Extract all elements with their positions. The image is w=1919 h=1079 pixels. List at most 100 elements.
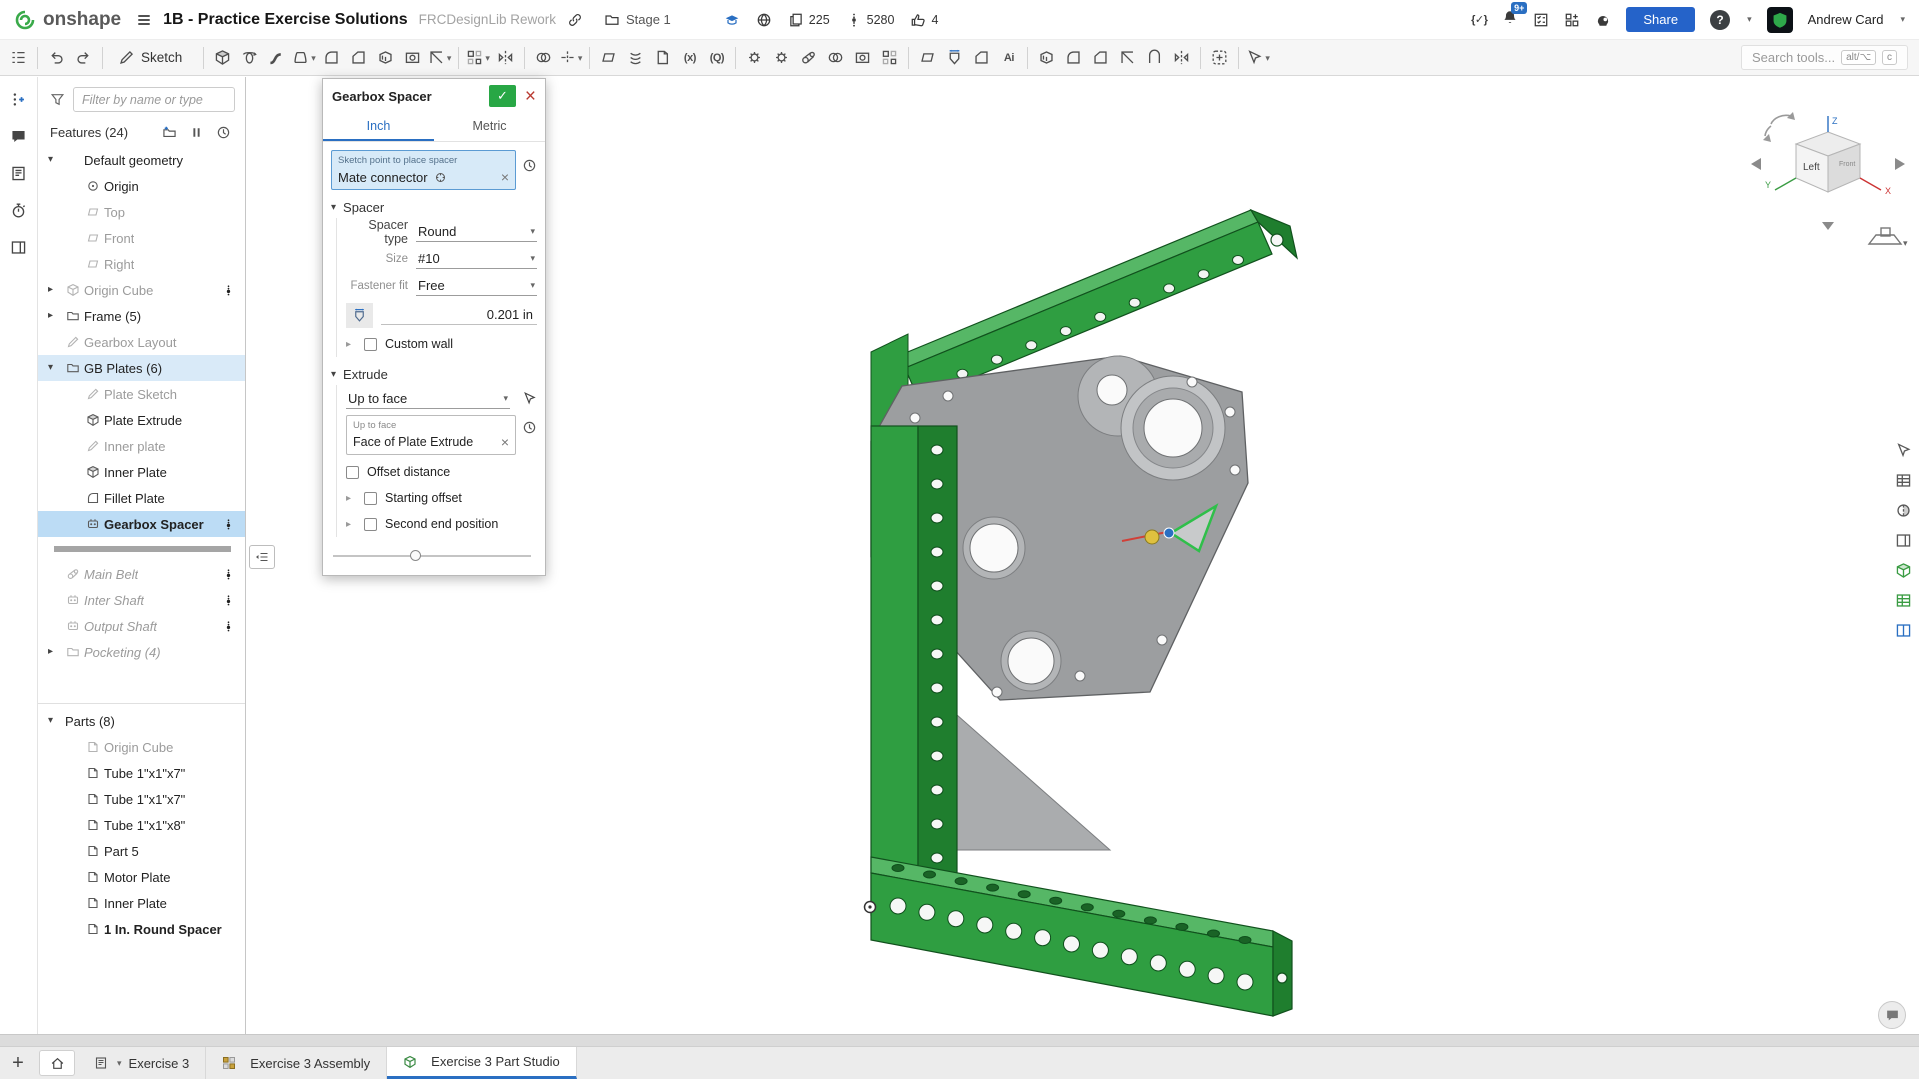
- second-end-row[interactable]: ▸ Second end position: [346, 511, 537, 537]
- undo-button[interactable]: [43, 44, 70, 72]
- extrude-tool[interactable]: [209, 44, 236, 72]
- featurescript-search-tool[interactable]: (Q): [703, 44, 730, 72]
- feature-fillet-plate[interactable]: Fillet Plate: [38, 485, 245, 511]
- help-button[interactable]: ?: [1710, 10, 1730, 30]
- tube-generator-tool[interactable]: [849, 44, 876, 72]
- revolve-tool[interactable]: [236, 44, 263, 72]
- view-cube[interactable]: Left Front Z Y X ▾: [1743, 102, 1913, 257]
- feature-gearbox-layout[interactable]: Gearbox Layout: [38, 329, 245, 355]
- copies-stat[interactable]: 225: [788, 12, 830, 28]
- sheet-metal-flange-tool[interactable]: [1060, 44, 1087, 72]
- custom-wall-checkbox[interactable]: [364, 338, 377, 351]
- document-notes-icon[interactable]: [10, 165, 27, 182]
- part-origin-cube[interactable]: Origin Cube: [38, 734, 245, 760]
- face-history-icon[interactable]: [522, 420, 537, 435]
- feature-gearbox-spacer[interactable]: Gearbox Spacer: [38, 511, 245, 537]
- hole-tool[interactable]: [399, 44, 426, 72]
- learning-center-icon[interactable]: [1595, 12, 1611, 28]
- feature-front-plane[interactable]: Front: [38, 225, 245, 251]
- belt-generator-tool[interactable]: [795, 44, 822, 72]
- part-tube-1x1x8[interactable]: Tube 1"x1"x8": [38, 812, 245, 838]
- user-menu-caret-icon[interactable]: ▾: [1900, 14, 1905, 25]
- custom-wall-row[interactable]: ▸ Custom wall: [346, 331, 537, 357]
- feature-output-shaft[interactable]: Output Shaft: [38, 613, 245, 639]
- part-part-5[interactable]: Part 5: [38, 838, 245, 864]
- regen-time-icon[interactable]: [216, 125, 231, 140]
- pulley-generator-tool[interactable]: [822, 44, 849, 72]
- slider-knob[interactable]: [410, 550, 421, 561]
- comments-icon[interactable]: [10, 128, 27, 145]
- spacer-section-header[interactable]: ▾Spacer: [331, 200, 537, 215]
- avatar[interactable]: [1767, 7, 1793, 33]
- horizontal-tube[interactable]: [871, 857, 1292, 1016]
- sketch-point-selection[interactable]: Sketch point to place spacer Mate connec…: [331, 150, 516, 190]
- views-stat[interactable]: 5280: [846, 12, 895, 28]
- tab-exercise-3-assembly[interactable]: Exercise 3 Assembly: [206, 1047, 387, 1079]
- sheet-metal-model-tool[interactable]: [1033, 44, 1060, 72]
- loft-tool[interactable]: ▾: [290, 44, 318, 72]
- linear-pattern-tool[interactable]: ▾: [464, 44, 492, 72]
- origin-marker[interactable]: [865, 902, 876, 913]
- spacer-type-select[interactable]: Round▾: [416, 222, 537, 242]
- frame-generator-tool[interactable]: [876, 44, 903, 72]
- opacity-slider[interactable]: [333, 549, 535, 563]
- section-view-icon[interactable]: [1895, 502, 1912, 519]
- sheet-metal-tab-tool[interactable]: [1087, 44, 1114, 72]
- mate-connector-tool[interactable]: [1206, 44, 1233, 72]
- second-end-checkbox[interactable]: [364, 518, 377, 531]
- variable-tool[interactable]: (x): [676, 44, 703, 72]
- folder-location[interactable]: Stage 1: [604, 12, 671, 28]
- add-tab-button[interactable]: +: [0, 1047, 36, 1079]
- plane-tool[interactable]: [595, 44, 622, 72]
- sheet-metal-corner-tool[interactable]: [1114, 44, 1141, 72]
- offset-distance-row[interactable]: Offset distance: [346, 459, 537, 485]
- share-button[interactable]: Share: [1626, 7, 1695, 32]
- offset-distance-checkbox[interactable]: [346, 466, 359, 479]
- tab-manager-button[interactable]: [39, 1050, 75, 1076]
- mirror-tool[interactable]: [492, 44, 519, 72]
- tab-metric[interactable]: Metric: [434, 113, 545, 141]
- feature-frame-folder[interactable]: ▸ Frame (5): [38, 303, 245, 329]
- sketch-button[interactable]: Sketch: [108, 44, 198, 72]
- tab-exercise-3-part-studio[interactable]: Exercise 3 Part Studio: [387, 1047, 577, 1079]
- sweep-tool[interactable]: [263, 44, 290, 72]
- feature-origin-cube[interactable]: ▸ Origin Cube: [38, 277, 245, 303]
- ai-tool[interactable]: Ai: [995, 44, 1022, 72]
- redo-button[interactable]: [70, 44, 97, 72]
- filter-input[interactable]: [73, 87, 235, 112]
- bracket-generator-tool[interactable]: [968, 44, 995, 72]
- feature-list-icon[interactable]: [5, 44, 32, 72]
- panels-icon[interactable]: [10, 239, 27, 256]
- suppress-icon[interactable]: [189, 125, 204, 140]
- gear-generator-tool[interactable]: [741, 44, 768, 72]
- split-panel-icon[interactable]: [1895, 622, 1912, 639]
- boolean-tool[interactable]: [530, 44, 557, 72]
- cancel-button[interactable]: ×: [525, 87, 536, 106]
- feature-plate-sketch[interactable]: Plate Sketch: [38, 381, 245, 407]
- import-derived-tool[interactable]: [649, 44, 676, 72]
- onshape-logo[interactable]: onshape: [14, 9, 121, 31]
- part-tube-1x1x7-b[interactable]: Tube 1"x1"x7": [38, 786, 245, 812]
- select-filter-icon[interactable]: [1895, 442, 1912, 459]
- selection-history-icon[interactable]: [522, 158, 537, 173]
- clear-selection-icon[interactable]: ×: [501, 169, 509, 185]
- feature-inner-plate[interactable]: Inner Plate: [38, 459, 245, 485]
- copy-link-icon[interactable]: [567, 12, 583, 28]
- sheet-metal-bend-tool[interactable]: [1141, 44, 1168, 72]
- feature-gb-plates-folder[interactable]: ▾ GB Plates (6): [38, 355, 245, 381]
- sheet-metal-finish-tool[interactable]: [1168, 44, 1195, 72]
- clear-face-icon[interactable]: ×: [501, 434, 509, 450]
- selection-tools[interactable]: ▾: [1244, 44, 1272, 72]
- tasks-icon[interactable]: [1533, 12, 1549, 28]
- main-menu-icon[interactable]: [136, 12, 152, 28]
- new-folder-icon[interactable]: [162, 125, 177, 140]
- fastener-fit-select[interactable]: Free▾: [416, 276, 537, 296]
- feature-inner-plate-sketch[interactable]: Inner plate: [38, 433, 245, 459]
- diameter-field[interactable]: 0.201 in: [381, 305, 537, 325]
- spacer-generator-tool[interactable]: [941, 44, 968, 72]
- feature-origin[interactable]: Origin: [38, 173, 245, 199]
- helix-tool[interactable]: [622, 44, 649, 72]
- extrude-section-header[interactable]: ▾Extrude: [331, 367, 537, 382]
- help-chat-button[interactable]: [1878, 1001, 1906, 1029]
- part-motor-plate[interactable]: Motor Plate: [38, 864, 245, 890]
